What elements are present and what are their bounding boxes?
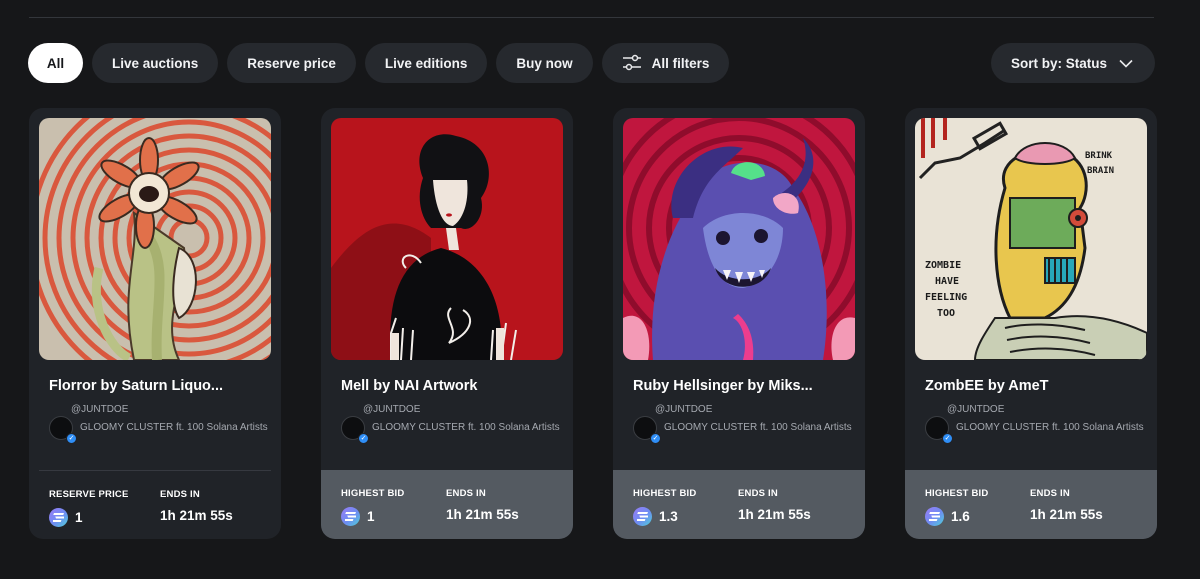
art-caption-brink: BRINK <box>1085 151 1113 161</box>
creator-handle[interactable]: @JUNTDOE <box>363 404 420 415</box>
artwork-image[interactable] <box>39 118 271 360</box>
artwork-image[interactable] <box>331 118 563 360</box>
auction-card[interactable]: Ruby Hellsinger by Miks... @JUNTDOE ✓ GL… <box>613 108 865 539</box>
ends-label: ENDS IN <box>446 488 486 499</box>
solana-icon <box>925 507 944 526</box>
price-amount: 1 <box>75 510 83 525</box>
solana-icon <box>49 508 68 527</box>
art-caption-zombie: ZOMBIE <box>925 260 961 271</box>
price-label: HIGHEST BID <box>925 488 989 499</box>
auction-card[interactable]: BRINK BRAIN ZOMBIE HAVE FEELING TOO Zomb… <box>905 108 1157 539</box>
sort-dropdown[interactable]: Sort by: Status <box>990 43 1155 83</box>
ends-label: ENDS IN <box>160 489 200 500</box>
artwork-image[interactable]: BRINK BRAIN ZOMBIE HAVE FEELING TOO <box>915 118 1147 360</box>
art-caption-too: TOO <box>937 308 955 319</box>
top-divider <box>29 17 1154 18</box>
sort-label: Sort by: Status <box>1010 55 1107 71</box>
card-title[interactable]: Mell by NAI Artwork <box>341 378 556 394</box>
ends-value: 1h 21m 55s <box>160 508 233 523</box>
verified-check-icon: ✓ <box>66 433 77 444</box>
verified-check-icon: ✓ <box>942 433 953 444</box>
card-title[interactable]: ZombEE by AmeT <box>925 378 1140 394</box>
price-value: 1.6 <box>925 507 970 526</box>
price-amount: 1 <box>367 509 375 524</box>
price-label: HIGHEST BID <box>341 488 405 499</box>
price-value: 1 <box>49 508 83 527</box>
price-amount: 1.3 <box>659 509 678 524</box>
verified-check-icon: ✓ <box>650 433 661 444</box>
card-footer: HIGHEST BID 1 ENDS IN 1h 21m 55s <box>321 470 573 539</box>
ends-value: 1h 21m 55s <box>1030 507 1103 522</box>
creator-handle[interactable]: @JUNTDOE <box>71 404 128 415</box>
card-footer: HIGHEST BID 1.6 ENDS IN 1h 21m 55s <box>905 470 1157 539</box>
filter-bar: All Live auctions Reserve price Live edi… <box>28 43 1155 83</box>
art-caption-brain: BRAIN <box>1087 166 1114 176</box>
ends-label: ENDS IN <box>1030 488 1070 499</box>
collection-name[interactable]: GLOOMY CLUSTER ft. 100 Solana Artists <box>664 421 854 435</box>
creator-handle[interactable]: @JUNTDOE <box>947 404 1004 415</box>
ends-value: 1h 21m 55s <box>446 507 519 522</box>
filter-buy-now-button[interactable]: Buy now <box>496 43 593 83</box>
price-label: RESERVE PRICE <box>49 489 129 500</box>
filter-reserve-price-button[interactable]: Reserve price <box>227 43 356 83</box>
ends-value: 1h 21m 55s <box>738 507 811 522</box>
price-label: HIGHEST BID <box>633 488 697 499</box>
ends-label: ENDS IN <box>738 488 778 499</box>
card-footer: RESERVE PRICE 1 ENDS IN 1h 21m 55s <box>39 470 271 539</box>
all-filters-label: All filters <box>651 55 710 71</box>
creator-handle[interactable]: @JUNTDOE <box>655 404 712 415</box>
solana-icon <box>633 507 652 526</box>
artwork-image[interactable] <box>623 118 855 360</box>
chevron-down-icon <box>1119 59 1133 68</box>
auction-card[interactable]: Mell by NAI Artwork @JUNTDOE ✓ GLOOMY CL… <box>321 108 573 539</box>
collection-name[interactable]: GLOOMY CLUSTER ft. 100 Solana Artists <box>80 421 270 435</box>
sliders-icon <box>622 54 642 72</box>
art-caption-feeling: FEELING <box>925 292 967 303</box>
filter-live-auctions-button[interactable]: Live auctions <box>92 43 219 83</box>
auction-card-grid: Florror by Saturn Liquo... @JUNTDOE ✓ GL… <box>29 108 1157 539</box>
price-value: 1.3 <box>633 507 678 526</box>
price-amount: 1.6 <box>951 509 970 524</box>
card-footer: HIGHEST BID 1.3 ENDS IN 1h 21m 55s <box>613 470 865 539</box>
card-title[interactable]: Florror by Saturn Liquo... <box>49 378 264 394</box>
all-filters-button[interactable]: All filters <box>601 43 730 83</box>
filter-live-editions-button[interactable]: Live editions <box>364 43 488 83</box>
price-value: 1 <box>341 507 375 526</box>
art-caption-have: HAVE <box>935 276 959 287</box>
auction-card[interactable]: Florror by Saturn Liquo... @JUNTDOE ✓ GL… <box>29 108 281 539</box>
verified-check-icon: ✓ <box>358 433 369 444</box>
solana-icon <box>341 507 360 526</box>
filter-all-button[interactable]: All <box>28 43 83 83</box>
collection-name[interactable]: GLOOMY CLUSTER ft. 100 Solana Artists <box>372 421 562 435</box>
card-title[interactable]: Ruby Hellsinger by Miks... <box>633 378 848 394</box>
collection-name[interactable]: GLOOMY CLUSTER ft. 100 Solana Artists <box>956 421 1146 435</box>
